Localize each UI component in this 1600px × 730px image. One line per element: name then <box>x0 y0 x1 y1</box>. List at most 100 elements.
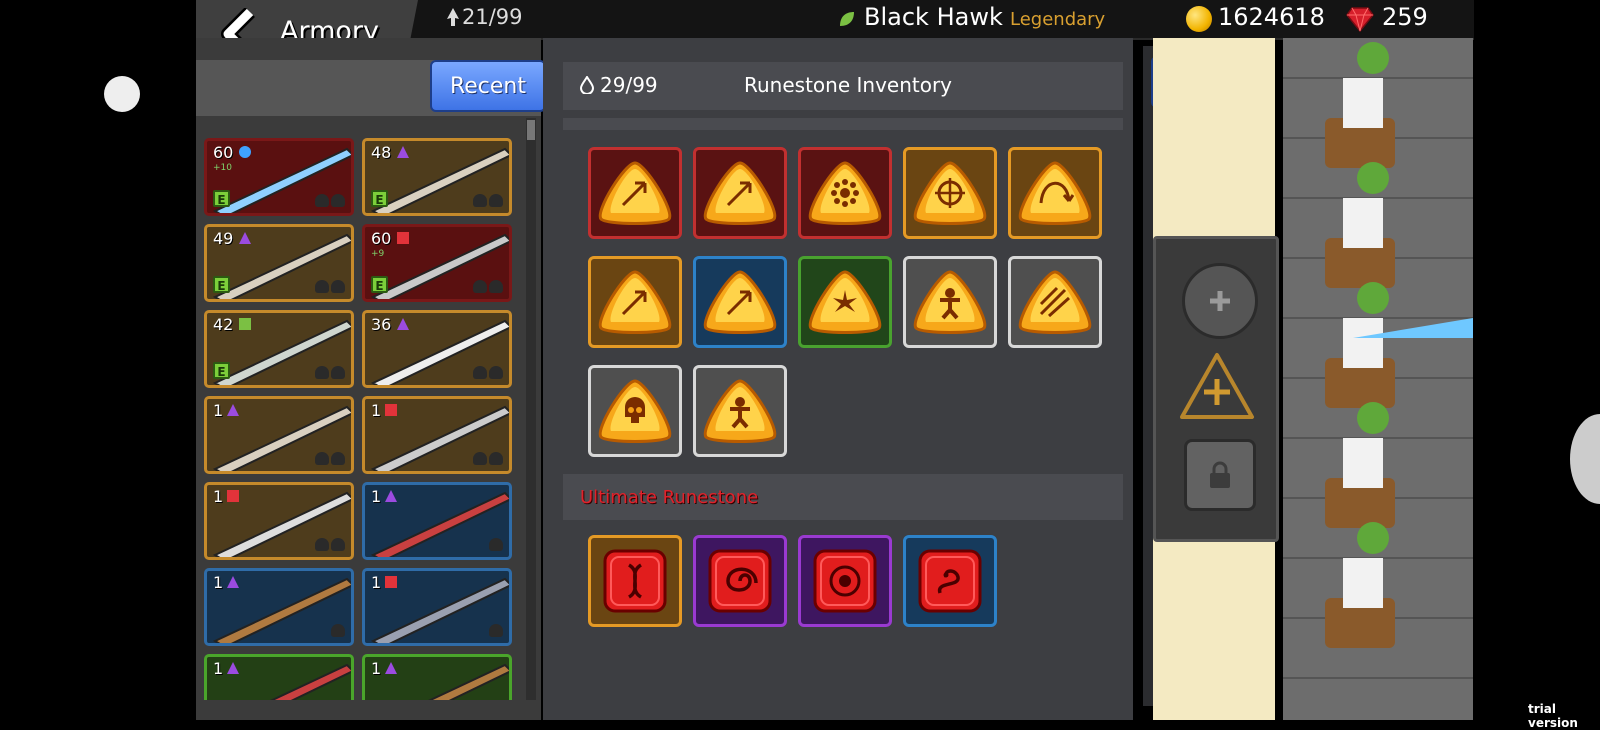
gold-coin-icon <box>1186 6 1212 32</box>
equipped-badge-icon: E <box>213 276 230 293</box>
ultimate-runestone-slot[interactable] <box>798 535 892 627</box>
add-triangle-slot-button[interactable] <box>1178 351 1256 423</box>
equipped-badge-icon: E <box>371 190 388 207</box>
weapon-level: 1 <box>371 573 382 592</box>
voodoo-icon <box>703 379 777 443</box>
gold-amount: 1624618 <box>1218 3 1325 31</box>
weapon-slot[interactable]: 1 <box>362 654 512 700</box>
equipped-badge-icon: E <box>371 276 388 293</box>
runestone-slot[interactable] <box>588 147 682 239</box>
voodoo-icon <box>913 270 987 334</box>
rune-socket-icon <box>331 194 345 207</box>
runestone-slot[interactable] <box>903 147 997 239</box>
rune-socket-icon <box>315 366 329 379</box>
rune-socket-icon <box>489 280 503 293</box>
weapon-level: 1 <box>213 573 224 592</box>
runestone-drop-icon <box>579 75 595 98</box>
weapon-bonus: +10 <box>213 163 232 173</box>
weapon-level: 60 <box>371 229 392 248</box>
water-element-icon <box>239 146 251 158</box>
rune-socket-icon <box>473 366 487 379</box>
rune-socket-slots <box>315 366 345 379</box>
burst-icon <box>808 161 882 225</box>
rune-socket-icon <box>473 452 487 465</box>
runestone-slot[interactable] <box>798 256 892 348</box>
weapon-list-scroll-thumb[interactable] <box>527 120 535 140</box>
runestone-slot[interactable] <box>1008 256 1102 348</box>
runestone-slot[interactable] <box>903 256 997 348</box>
arrow-count-value: 21/99 <box>462 5 523 29</box>
add-slot-button[interactable] <box>1182 263 1258 339</box>
weapon-slot[interactable]: 1 <box>204 654 354 700</box>
archer-tower-scene <box>1283 42 1473 679</box>
arrow-icon <box>703 270 777 334</box>
rune-socket-slots <box>473 366 503 379</box>
weapon-list-scrollbar[interactable] <box>526 118 536 700</box>
runestone-slot[interactable] <box>693 365 787 457</box>
edge-overlay-button[interactable] <box>1570 414 1600 504</box>
weapon-level: 1 <box>213 487 224 506</box>
helix-icon <box>603 549 667 613</box>
weapon-level: 1 <box>371 659 382 678</box>
weapon-slot[interactable]: 60 +10 E <box>204 138 354 216</box>
rune-socket-icon <box>473 194 487 207</box>
hero-rarity: Legendary <box>1010 9 1106 30</box>
weapon-slot[interactable]: 1 <box>204 482 354 560</box>
runestone-slot[interactable] <box>1008 147 1102 239</box>
ultimate-runestone-slot[interactable] <box>903 535 997 627</box>
weapon-slot[interactable]: 42 E <box>204 310 354 388</box>
leaf-icon <box>838 10 856 32</box>
ultimate-runestone-slot[interactable] <box>588 535 682 627</box>
rune-socket-slots <box>315 194 345 207</box>
gem-amount: 259 <box>1382 3 1428 31</box>
weapon-slot[interactable]: 1 <box>204 396 354 474</box>
weapon-level: 42 <box>213 315 234 334</box>
ultimate-runestone-title: Ultimate Runestone <box>580 487 759 508</box>
rune-socket-icon <box>331 538 345 551</box>
rune-socket-slots <box>489 624 503 637</box>
rune-socket-icon <box>315 538 329 551</box>
serpent-icon <box>918 549 982 613</box>
rune-socket-icon <box>315 194 329 207</box>
locked-slot[interactable] <box>1184 439 1256 511</box>
weapon-level: 60 <box>213 143 234 162</box>
weapon-slot[interactable]: 1 <box>362 396 512 474</box>
rune-socket-icon <box>489 538 503 551</box>
weapon-slot[interactable]: 1 <box>362 482 512 560</box>
weapon-level: 48 <box>371 143 392 162</box>
arrow-icon <box>598 270 672 334</box>
rune-socket-slots <box>473 194 503 207</box>
runestone-slot[interactable] <box>693 256 787 348</box>
inventory-section-divider <box>563 118 1123 130</box>
rune-socket-slots <box>331 624 345 637</box>
weapon-slot[interactable]: 48 E <box>362 138 512 216</box>
weapon-slot[interactable]: 60 +9 E <box>362 224 512 302</box>
weapon-level: 1 <box>213 401 224 420</box>
curve-arrow-icon <box>1018 161 1092 225</box>
rune-socket-icon <box>473 280 487 293</box>
runestone-slot[interactable] <box>588 256 682 348</box>
runestone-slot[interactable] <box>588 365 682 457</box>
rune-socket-slots <box>473 452 503 465</box>
rune-socket-icon <box>315 280 329 293</box>
runestone-slot[interactable] <box>693 147 787 239</box>
weapon-slot[interactable]: 1 <box>204 568 354 646</box>
floating-touch-indicator[interactable] <box>104 76 140 112</box>
splash-icon <box>808 270 882 334</box>
castle-tower <box>1283 38 1473 720</box>
runestone-slot[interactable] <box>798 147 892 239</box>
rune-socket-slots <box>473 280 503 293</box>
ultimate-runestone-slot[interactable] <box>693 535 787 627</box>
runestone-scrollbar[interactable] <box>1143 46 1153 706</box>
red-element-icon <box>385 576 397 588</box>
weapon-slot[interactable]: 36 <box>362 310 512 388</box>
rune-socket-icon <box>331 366 345 379</box>
weapon-slot[interactable]: 1 <box>362 568 512 646</box>
rune-socket-icon <box>489 452 503 465</box>
red-element-icon <box>227 490 239 502</box>
rune-socket-icon <box>331 452 345 465</box>
rune-socket-icon <box>315 452 329 465</box>
lock-icon <box>1210 461 1230 488</box>
recent-sort-button[interactable]: Recent <box>430 60 546 112</box>
weapon-slot[interactable]: 49 E <box>204 224 354 302</box>
